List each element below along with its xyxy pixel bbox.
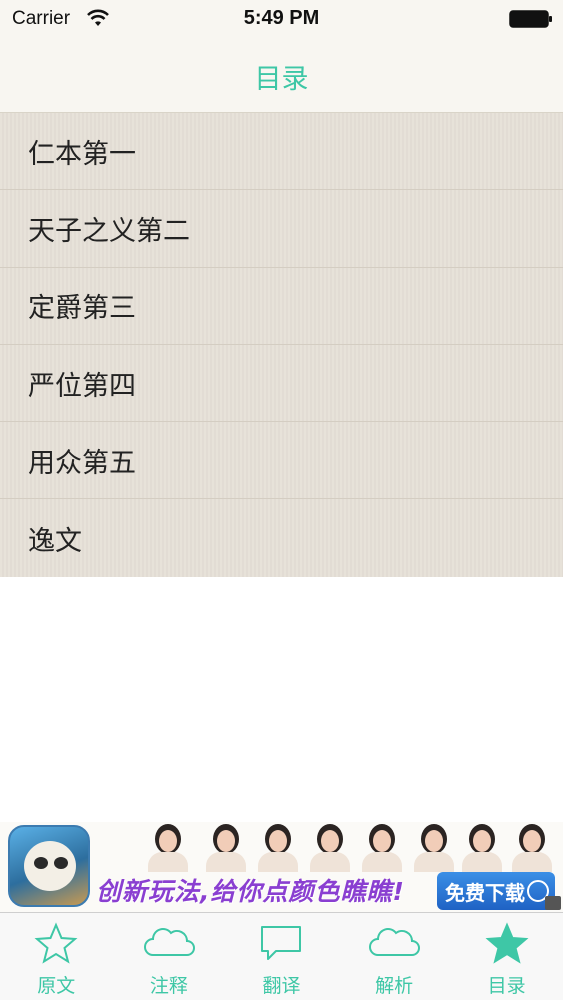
panda-eye	[54, 857, 68, 869]
tab-label: 解析	[375, 975, 414, 997]
status-bar: Carrier 5:49 PM	[0, 0, 563, 40]
tab-translation[interactable]: 翻译	[225, 913, 338, 1000]
free-download-label: 免费下载	[445, 880, 525, 905]
panda-face-shape	[24, 841, 76, 891]
battery-icon	[509, 10, 552, 28]
toc-list: 仁本第一 天子之义第二 定爵第三 严位第四 用众第五 逸文	[0, 113, 563, 577]
toc-item[interactable]: 定爵第三	[0, 268, 563, 345]
toc-item[interactable]: 逸文	[0, 499, 563, 576]
tab-analysis[interactable]: 解析	[338, 913, 451, 1000]
ad-banner[interactable]: 创新玩法,给你点颜色瞧瞧! 免费下载	[0, 822, 563, 912]
cloud-icon	[143, 928, 195, 956]
speech-bubble-icon	[261, 926, 302, 960]
free-download-button[interactable]: 免费下载	[437, 872, 555, 910]
ad-info-icon[interactable]	[545, 896, 561, 910]
toc-item[interactable]: 仁本第一	[0, 113, 563, 191]
star-outline-icon	[34, 922, 78, 964]
panda-game-icon[interactable]	[8, 825, 90, 907]
tab-contents[interactable]: 目录	[450, 913, 563, 1000]
tab-original-text[interactable]: 原文	[0, 913, 113, 1000]
navigation-bar: 目录	[0, 40, 563, 113]
tab-label: 注释	[149, 975, 188, 997]
toc-item-label: 仁本第一	[28, 138, 136, 170]
clock: 5:49 PM	[243, 7, 320, 29]
toc-item-label: 严位第四	[28, 370, 136, 402]
toc-item-label: 定爵第三	[28, 293, 136, 325]
panda-eye	[34, 857, 48, 869]
toc-item[interactable]: 天子之义第二	[0, 190, 563, 268]
toc-item-label: 天子之义第二	[28, 215, 190, 247]
toc-item-label: 逸文	[28, 525, 82, 557]
toc-item[interactable]: 严位第四	[0, 345, 563, 423]
star-filled-icon	[485, 922, 529, 964]
cloud-icon	[369, 928, 421, 956]
toc-item[interactable]: 用众第五	[0, 422, 563, 500]
tab-label: 原文	[37, 975, 76, 997]
tab-annotation[interactable]: 注释	[113, 913, 226, 1000]
page-title: 目录	[254, 63, 309, 95]
tab-label: 翻译	[262, 975, 301, 997]
ad-models-image	[112, 822, 563, 872]
tab-bar: 原文 注释 翻译 解析 目录	[0, 912, 563, 1000]
toc-item-label: 用众第五	[28, 447, 136, 479]
tab-label: 目录	[487, 975, 526, 997]
ad-headline: 创新玩法,给你点颜色瞧瞧!	[96, 877, 405, 906]
